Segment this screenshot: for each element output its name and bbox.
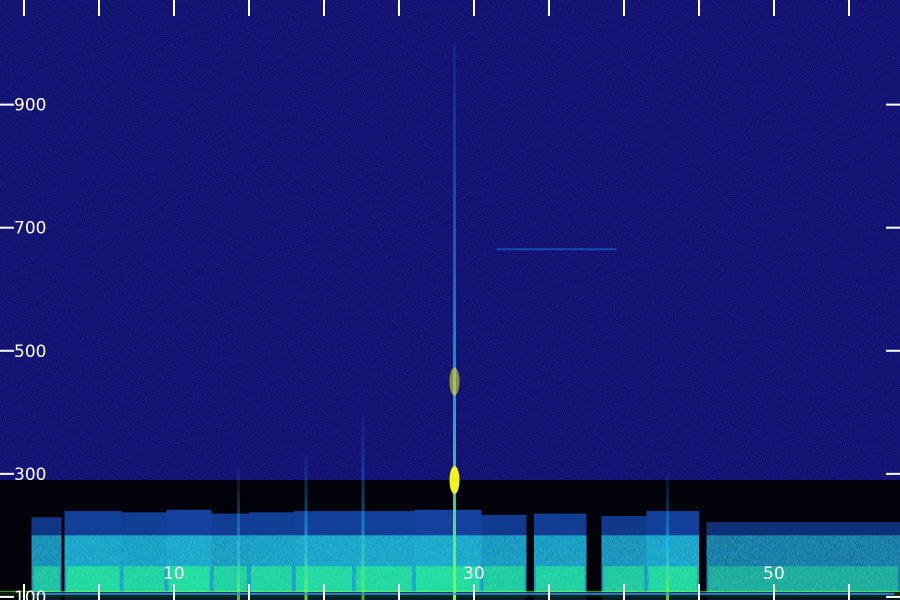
vertical-line <box>666 473 669 600</box>
y-tick-label: 500 <box>14 342 46 362</box>
y-tick-label: 100 <box>14 588 46 600</box>
energy-region-texture <box>64 535 122 600</box>
energy-region-texture <box>249 535 294 600</box>
spectrogram-chart: 100 300 500 700 900 10 30 50 <box>0 0 900 600</box>
x-tick-label: 50 <box>763 564 785 584</box>
energy-region-texture <box>706 535 900 600</box>
energy-region-texture <box>121 535 167 600</box>
vertical-line <box>237 467 240 600</box>
energy-region <box>64 511 122 600</box>
energy-region <box>211 513 249 600</box>
bright-spot <box>449 466 460 494</box>
energy-region <box>414 509 482 600</box>
energy-region <box>121 512 167 600</box>
vertical-line <box>453 43 456 600</box>
energy-region-texture <box>534 535 587 600</box>
energy-region <box>534 513 587 600</box>
energy-region-texture <box>481 535 527 600</box>
vertical-line <box>361 412 365 600</box>
energy-region <box>481 514 527 600</box>
x-tick-label: 30 <box>463 564 485 584</box>
y-tick-label: 900 <box>14 96 46 116</box>
energy-region <box>646 511 699 600</box>
energy-region <box>706 522 900 600</box>
vertical-line <box>304 455 308 600</box>
horizontal-streak <box>496 248 617 251</box>
y-tick-label: 300 <box>14 465 46 485</box>
bright-spot <box>449 367 460 396</box>
energy-region-texture <box>646 535 699 600</box>
energy-region-texture <box>211 535 249 600</box>
x-tick-label: 10 <box>163 564 185 584</box>
horizontal-streak <box>31 592 894 595</box>
energy-region <box>249 512 294 600</box>
y-tick-label: 700 <box>14 219 46 239</box>
